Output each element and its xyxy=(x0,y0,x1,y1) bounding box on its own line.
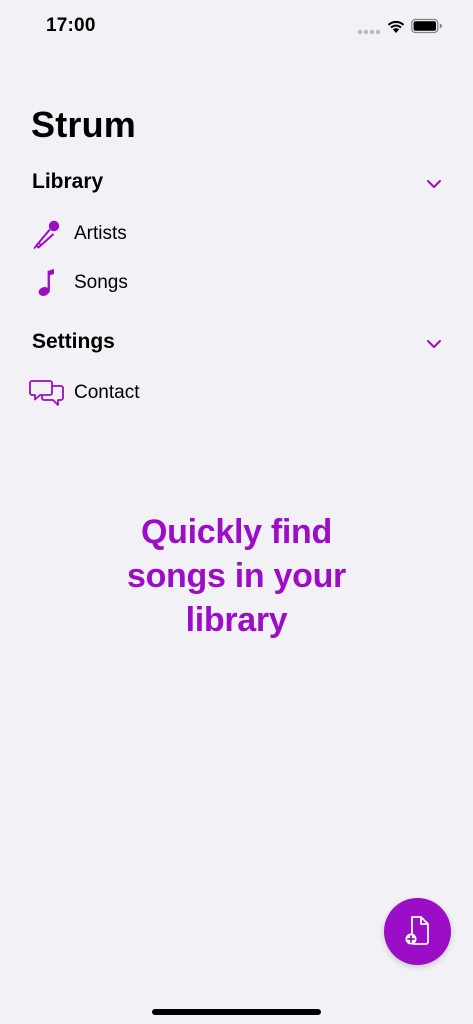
add-document-button[interactable] xyxy=(384,898,451,965)
chat-bubbles-icon xyxy=(29,380,64,406)
settings-section-header[interactable]: Settings xyxy=(0,326,473,362)
sidebar-item-label: Artists xyxy=(74,223,127,244)
microphone-icon xyxy=(33,220,60,249)
battery-icon xyxy=(411,18,442,34)
music-note-icon xyxy=(38,269,54,296)
status-bar: 17:00 xyxy=(0,0,473,54)
home-indicator[interactable] xyxy=(152,1009,321,1015)
library-section-header[interactable]: Library xyxy=(0,166,473,202)
add-document-icon xyxy=(405,916,429,945)
sidebar-item-songs[interactable]: Songs xyxy=(0,262,473,304)
sidebar-item-label: Songs xyxy=(74,272,128,293)
empty-state-tagline: Quickly find songs in your library xyxy=(126,513,346,639)
settings-section-title: Settings xyxy=(32,330,115,353)
wifi-icon xyxy=(387,20,405,33)
chevron-down-icon[interactable] xyxy=(426,339,442,349)
library-section-title: Library xyxy=(32,170,104,193)
cellular-signal-icon xyxy=(357,29,381,35)
sidebar-item-contact[interactable]: Contact xyxy=(0,372,473,414)
chevron-down-icon[interactable] xyxy=(426,179,442,189)
sidebar-item-label: Contact xyxy=(74,382,140,403)
page-title: Strum xyxy=(31,104,137,145)
status-time: 17:00 xyxy=(46,15,96,36)
sidebar-item-artists[interactable]: Artists xyxy=(0,213,473,255)
